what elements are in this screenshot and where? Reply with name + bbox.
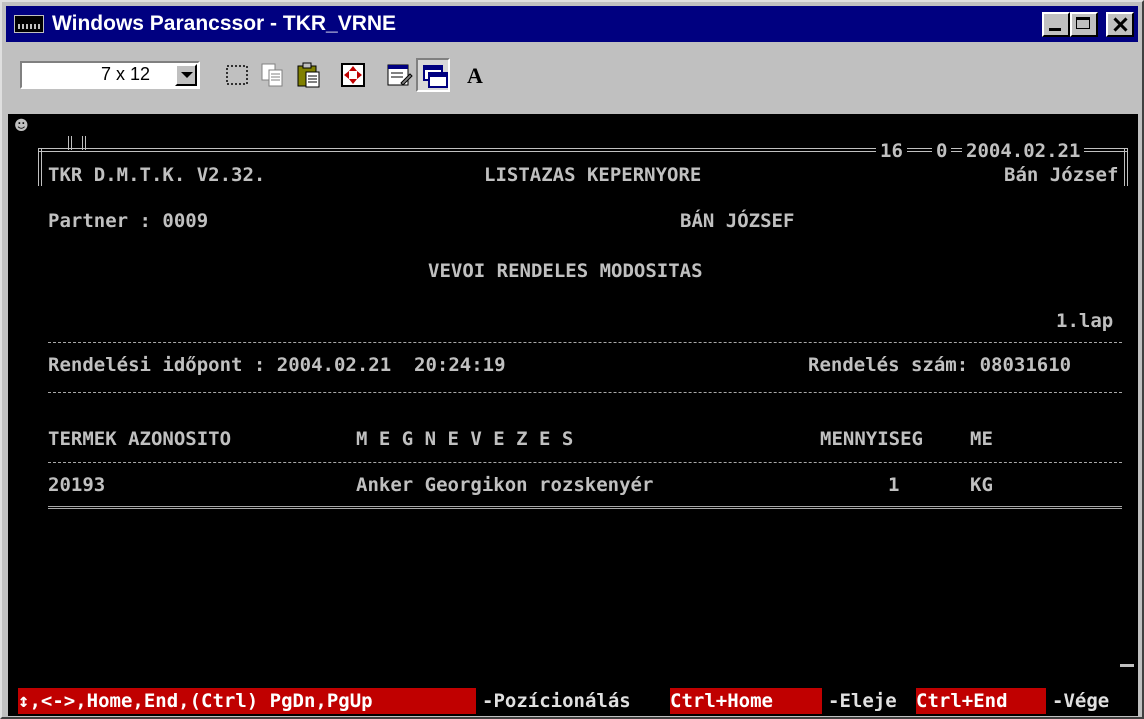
partner-name: BÁN JÓZSEF (680, 210, 795, 232)
console-screen[interactable]: ☻ TKR D.M.T.K. V2.32. LISTAZAS KEPERNYOR… (8, 114, 1138, 716)
close-icon[interactable] (1106, 12, 1134, 37)
order-time: Rendelési időpont : 2004.02.21 20:24:19 (48, 354, 506, 376)
fullscreen-icon (341, 63, 365, 87)
col-header-unit: ME (970, 428, 993, 450)
partner-label: Partner : 0009 (48, 210, 209, 232)
report-title: VEVOI RENDELES MODOSITAS (428, 260, 703, 282)
header-screen-title: LISTAZAS KEPERNYORE (484, 164, 702, 186)
page-number: 1.lap (1056, 310, 1114, 332)
row-quantity: 1 (888, 474, 900, 496)
background-button[interactable] (416, 58, 450, 92)
header-frame-tick-left2 (82, 136, 86, 150)
header-app-name: TKR D.M.T.K. V2.32. (48, 164, 266, 186)
divider-double (48, 506, 1122, 509)
status-key-home: Ctrl+Home (670, 688, 822, 714)
font-button[interactable]: A (458, 58, 492, 92)
header-counter-1: 16 (876, 140, 907, 162)
smiley-icon: ☻ (14, 118, 29, 134)
header-counter-2: 0 (932, 140, 952, 162)
row-product-name: Anker Georgikon rozskenyér (356, 474, 654, 496)
chevron-down-icon[interactable] (175, 64, 197, 86)
col-header-id: TERMEK AZONOSITO (48, 428, 232, 450)
status-desc-end: -Vége (1052, 690, 1110, 712)
col-header-qty: MENNYISEG (820, 428, 923, 450)
mark-icon (226, 65, 248, 85)
order-number: Rendelés szám: 08031610 (808, 354, 1072, 376)
copy-button[interactable] (256, 58, 290, 92)
status-desc-home: -Eleje (828, 690, 897, 712)
header-user: Bán József (1004, 164, 1119, 186)
status-desc-navigation: -Pozícionálás (482, 690, 631, 712)
header-frame-tick-left (68, 136, 72, 150)
properties-icon (387, 64, 413, 86)
col-header-name: M E G N E V E Z E S (356, 428, 574, 450)
divider-2 (48, 392, 1122, 393)
background-icon (423, 65, 448, 88)
font-size-select[interactable]: 7 x 12 (20, 61, 200, 89)
paste-button[interactable] (292, 58, 326, 92)
status-key-navigation: ↕,<->,Home,End,(Ctrl) PgDn,PgUp (18, 688, 476, 714)
title-bar[interactable]: Windows Parancssor - TKR_VRNE (6, 6, 1138, 42)
properties-button[interactable] (382, 58, 416, 92)
console-window: Windows Parancssor - TKR_VRNE 7 x 12 A ☻… (0, 0, 1144, 719)
divider-3 (48, 462, 1122, 463)
fullscreen-button[interactable] (336, 58, 370, 92)
header-frame-left (38, 148, 42, 186)
console-app-icon[interactable] (14, 15, 44, 33)
row-product-id: 20193 (48, 474, 106, 496)
row-unit: KG (970, 474, 993, 496)
header-date: 2004.02.21 (962, 140, 1085, 162)
divider-1 (48, 342, 1122, 343)
window-title: Windows Parancssor - TKR_VRNE (52, 12, 397, 35)
status-bar: ↕,<->,Home,End,(Ctrl) PgDn,PgUp -Pozício… (8, 688, 1138, 716)
font-size-value: 7 x 12 (100, 64, 150, 84)
copy-icon (261, 63, 283, 87)
header-frame-right (1124, 148, 1128, 186)
minimize-icon[interactable] (1042, 12, 1070, 37)
paste-icon (297, 62, 320, 88)
font-icon: A (467, 63, 483, 88)
toolbar: 7 x 12 A (6, 46, 1138, 96)
svg-text:A: A (467, 63, 483, 88)
mark-button[interactable] (220, 58, 254, 92)
status-key-end: Ctrl+End (916, 688, 1046, 714)
text-cursor (1120, 664, 1134, 667)
maximize-icon[interactable] (1070, 12, 1098, 37)
